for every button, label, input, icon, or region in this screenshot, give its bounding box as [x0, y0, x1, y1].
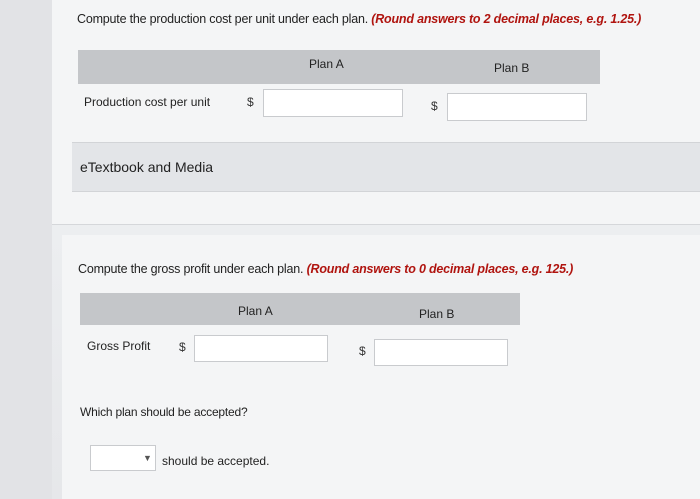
chevron-down-icon: ▼ [143, 453, 152, 463]
gross-profit-col-plan-b: Plan B [419, 307, 455, 321]
etextbook-media-bar[interactable]: eTextbook and Media [72, 142, 700, 192]
production-cost-plan-a-input[interactable] [263, 89, 403, 117]
gross-profit-question: Compute the gross profit under each plan… [78, 262, 573, 276]
etextbook-media-label: eTextbook and Media [80, 159, 214, 175]
production-cost-plan-b-input[interactable] [447, 93, 587, 121]
screen: Compute the production cost per unit und… [0, 0, 700, 499]
production-cost-col-plan-a: Plan A [309, 57, 344, 71]
production-cost-rounding-hint: (Round answers to 2 decimal places, e.g.… [371, 12, 642, 26]
gross-profit-question-text: Compute the gross profit under each plan… [78, 262, 304, 276]
gross-profit-col-plan-a: Plan A [238, 304, 273, 318]
plan-acceptance-question: Which plan should be accepted? [80, 405, 248, 419]
plan-acceptance-suffix: should be accepted. [162, 454, 270, 468]
production-cost-currency-b: $ [431, 99, 438, 113]
gross-profit-plan-b-input[interactable] [374, 339, 508, 366]
production-cost-currency-a: $ [247, 95, 254, 109]
production-cost-question: Compute the production cost per unit und… [77, 12, 641, 26]
left-margin [0, 0, 52, 499]
gross-profit-row-label: Gross Profit [87, 339, 151, 353]
production-cost-question-text: Compute the production cost per unit und… [77, 12, 368, 26]
production-cost-row-label: Production cost per unit [84, 95, 211, 109]
production-cost-col-plan-b: Plan B [494, 61, 530, 75]
gross-profit-currency-a: $ [179, 340, 186, 354]
gross-profit-rounding-hint: (Round answers to 0 decimal places, e.g.… [306, 262, 574, 276]
gross-profit-currency-b: $ [359, 344, 366, 358]
plan-acceptance-select[interactable]: ▼ [90, 445, 156, 471]
section-divider [52, 224, 700, 225]
plan-acceptance-question-text: Which plan should be accepted? [80, 405, 248, 419]
gross-profit-plan-a-input[interactable] [194, 335, 328, 362]
